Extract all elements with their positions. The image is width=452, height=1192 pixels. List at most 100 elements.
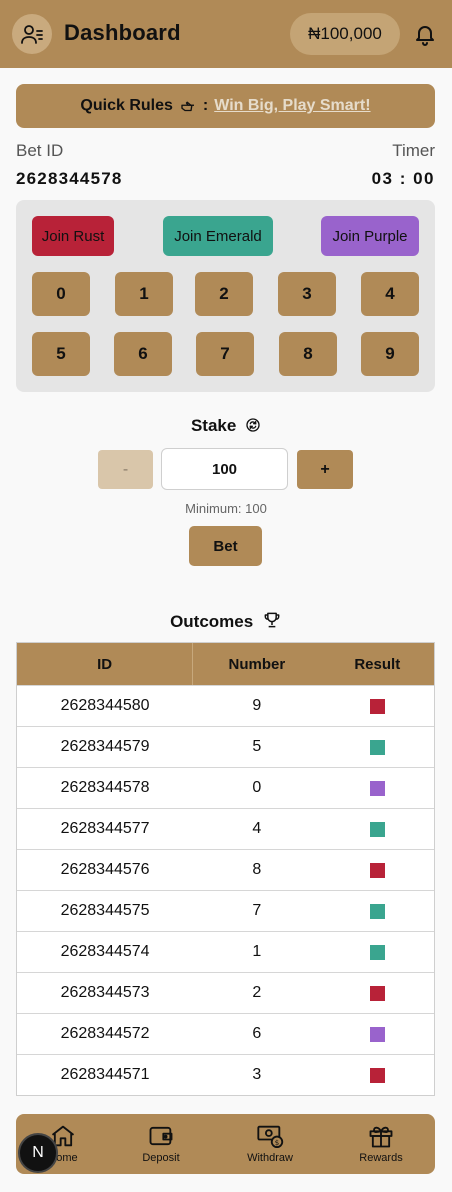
row-number: 1 — [252, 943, 262, 960]
nav-withdraw[interactable]: $ Withdraw — [225, 1122, 315, 1164]
stake-input[interactable] — [161, 448, 288, 490]
number-button-1[interactable]: 1 — [115, 272, 173, 316]
bet-button[interactable]: Bet — [189, 526, 262, 566]
stake-label: Stake — [190, 416, 237, 435]
column-header-id: ID — [17, 643, 194, 685]
number-button-9[interactable]: 9 — [361, 332, 419, 376]
row-id: 2628344580 — [60, 697, 150, 714]
join-rust-button[interactable]: Join Rust — [32, 216, 114, 256]
table-header: ID Number Result — [17, 643, 434, 685]
nav-deposit[interactable]: Deposit — [116, 1122, 206, 1164]
outcomes-heading: Outcomes — [0, 610, 452, 632]
number-button-7[interactable]: 7 — [196, 332, 254, 376]
timer-value: 03 : 00 — [371, 169, 435, 188]
result-swatch-purple — [369, 780, 385, 796]
number-button-5[interactable]: 5 — [32, 332, 90, 376]
nav-rewards[interactable]: Rewards — [336, 1122, 426, 1164]
row-result — [321, 891, 434, 931]
timer-label: Timer — [392, 141, 435, 160]
row-number: 0 — [252, 779, 262, 796]
row-result — [321, 686, 434, 726]
minimum-stake-note: Minimum: 100 — [185, 501, 267, 516]
quick-rules-banner: Quick Rules : Win Big, Play Smart! — [16, 84, 435, 128]
top-bar: Dashboard ₦100,000 — [0, 0, 452, 68]
result-swatch-emerald — [369, 739, 385, 755]
result-swatch-rust — [369, 862, 385, 878]
user-menu-icon — [21, 25, 43, 44]
join-emerald-button[interactable]: Join Emerald — [163, 216, 273, 256]
row-result — [321, 1014, 434, 1054]
gift-icon — [369, 1126, 393, 1148]
row-result — [321, 850, 434, 890]
table-row: 2628344580 9 — [17, 685, 434, 726]
bet-id-label: Bet ID — [16, 141, 64, 160]
row-number: 8 — [252, 861, 262, 878]
row-id: 2628344579 — [60, 738, 150, 755]
number-button-2[interactable]: 2 — [195, 272, 253, 316]
refresh-icon[interactable] — [245, 417, 261, 433]
outcomes-label: Outcomes — [170, 612, 254, 631]
number-button-6[interactable]: 6 — [114, 332, 172, 376]
number-button-4[interactable]: 4 — [361, 272, 419, 316]
trophy-icon — [264, 612, 280, 628]
increase-stake-button[interactable]: + — [297, 450, 353, 489]
page-title: Dashboard — [64, 20, 181, 45]
result-swatch-rust — [369, 698, 385, 714]
row-id: 2628344571 — [60, 1066, 150, 1083]
row-id: 2628344577 — [60, 820, 150, 837]
row-result — [321, 932, 434, 972]
row-id: 2628344572 — [60, 1025, 150, 1042]
row-id: 2628344573 — [60, 984, 150, 1001]
outcomes-table: ID Number Result 2628344580 9 2628344579 5 2… — [16, 642, 435, 1096]
result-swatch-emerald — [369, 944, 385, 960]
nav-deposit-label: Deposit — [142, 1152, 180, 1164]
row-id: 2628344578 — [60, 779, 150, 796]
app-badge[interactable]: N — [18, 1133, 58, 1173]
quick-rules-separator: : — [202, 97, 209, 114]
bell-icon[interactable] — [413, 22, 437, 46]
profile-button[interactable] — [12, 14, 52, 54]
row-result — [321, 973, 434, 1013]
row-id: 2628344576 — [60, 861, 150, 878]
pointing-hand-icon — [181, 101, 194, 112]
row-id: 2628344574 — [60, 943, 150, 960]
table-row: 2628344573 2 — [17, 972, 434, 1013]
wallet-icon — [149, 1126, 173, 1146]
column-header-number: Number — [228, 655, 286, 673]
nav-rewards-label: Rewards — [359, 1152, 403, 1164]
number-button-3[interactable]: 3 — [278, 272, 336, 316]
decrease-stake-button[interactable]: - — [98, 450, 153, 489]
row-result — [321, 809, 434, 849]
row-result — [321, 768, 434, 808]
rules-link[interactable]: Win Big, Play Smart! — [214, 97, 370, 115]
row-id: 2628344575 — [60, 902, 150, 919]
row-number: 5 — [252, 738, 262, 755]
row-number: 9 — [252, 697, 262, 714]
result-swatch-emerald — [369, 903, 385, 919]
row-result — [321, 1055, 434, 1095]
result-swatch-rust — [369, 1067, 385, 1083]
nav-withdraw-label: Withdraw — [247, 1152, 293, 1164]
table-row: 2628344571 3 — [17, 1054, 434, 1095]
table-row: 2628344579 5 — [17, 726, 434, 767]
row-number: 2 — [252, 984, 262, 1001]
row-number: 7 — [252, 902, 262, 919]
result-swatch-emerald — [369, 821, 385, 837]
table-row: 2628344578 0 — [17, 767, 434, 808]
table-row: 2628344574 1 — [17, 931, 434, 972]
balance-badge[interactable]: ₦100,000 — [290, 13, 400, 55]
table-row: 2628344577 4 — [17, 808, 434, 849]
selection-panel: Join Rust Join Emerald Join Purple 0 1 2… — [16, 200, 435, 392]
row-number: 3 — [252, 1066, 262, 1083]
bet-id-value: 2628344578 — [16, 169, 123, 188]
table-row: 2628344576 8 — [17, 849, 434, 890]
row-number: 4 — [252, 820, 262, 837]
table-row: 2628344575 7 — [17, 890, 434, 931]
result-swatch-rust — [369, 985, 385, 1001]
number-button-0[interactable]: 0 — [32, 272, 90, 316]
number-button-8[interactable]: 8 — [279, 332, 337, 376]
join-purple-button[interactable]: Join Purple — [321, 216, 419, 256]
row-result — [321, 727, 434, 767]
result-swatch-purple — [369, 1026, 385, 1042]
cash-icon: $ — [257, 1125, 284, 1149]
